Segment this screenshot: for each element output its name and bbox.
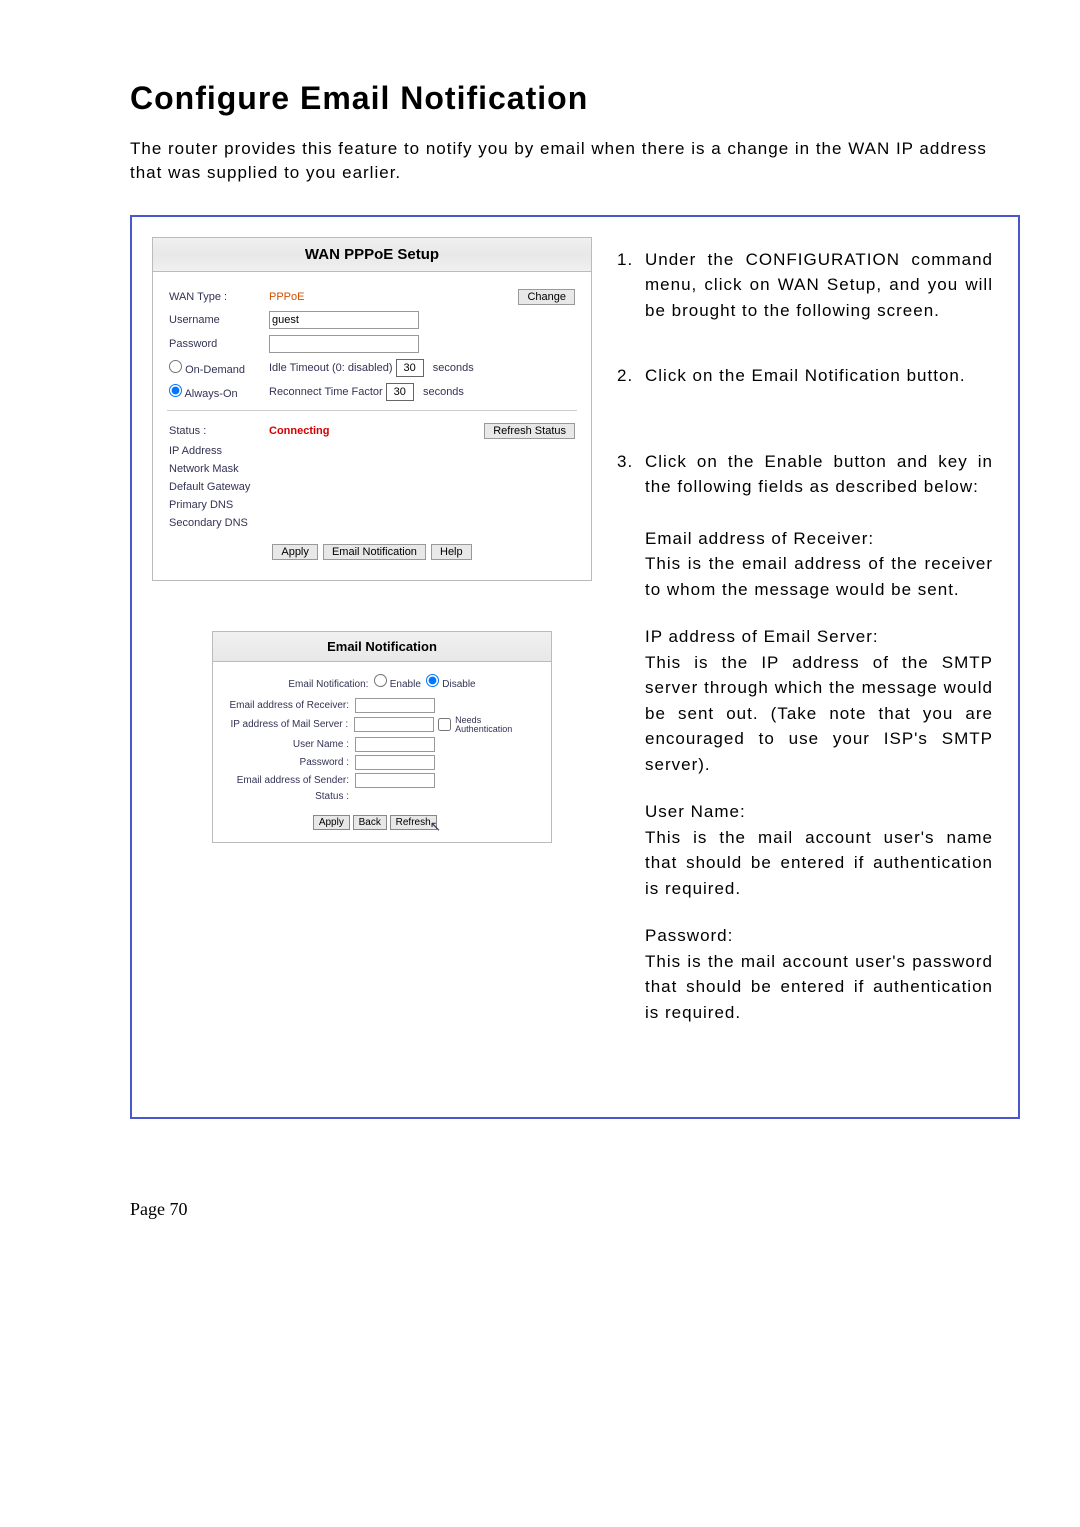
always-on-label: Always-On xyxy=(184,388,237,400)
email-notification-button[interactable]: Email Notification xyxy=(323,544,426,560)
password-input[interactable] xyxy=(269,335,419,353)
on-demand-radio[interactable] xyxy=(169,360,182,373)
receiver-input[interactable] xyxy=(355,698,435,713)
disable-radio[interactable] xyxy=(426,674,439,687)
password-b-input[interactable] xyxy=(355,755,435,770)
step-number-3: 3. xyxy=(617,449,645,1048)
intro-text: The router provides this feature to noti… xyxy=(130,137,1020,185)
step-3d-body: This is the mail account user's password… xyxy=(645,949,993,1026)
username-b-label: User Name : xyxy=(225,739,355,750)
secondary-dns-label: Secondary DNS xyxy=(167,514,577,532)
change-button[interactable]: Change xyxy=(518,289,575,305)
username-b-input[interactable] xyxy=(355,737,435,752)
refresh-status-button[interactable]: Refresh Status xyxy=(484,423,575,439)
email-notif-header: Email Notification xyxy=(213,632,551,662)
page-title: Configure Email Notification xyxy=(130,80,1020,117)
username-input[interactable] xyxy=(269,311,419,329)
step-3b-body: This is the IP address of the SMTP serve… xyxy=(645,650,993,778)
help-button[interactable]: Help xyxy=(431,544,472,560)
wan-pppoe-panel: WAN PPPoE Setup WAN Type : PPPoE Change … xyxy=(152,237,592,581)
status-label: Status : xyxy=(167,417,267,442)
seconds-label-2: seconds xyxy=(423,386,464,398)
disable-label: Disable xyxy=(442,679,475,690)
step-number-2: 2. xyxy=(617,363,645,389)
step-2-text: Click on the Email Notification button. xyxy=(645,363,993,389)
password-label: Password xyxy=(167,332,267,356)
cursor-icon: ↖ xyxy=(429,818,441,834)
step-3-intro: Click on the Enable button and key in th… xyxy=(645,449,993,500)
apply-b-button[interactable]: Apply xyxy=(313,815,350,830)
status-b-label: Status : xyxy=(225,791,355,802)
always-on-radio[interactable] xyxy=(169,384,182,397)
wan-type-label: WAN Type : xyxy=(167,286,267,308)
step-3b-title: IP address of Email Server: xyxy=(645,624,993,650)
mailserver-input[interactable] xyxy=(354,717,434,732)
email-notification-panel: Email Notification Email Notification: E… xyxy=(212,631,552,843)
enable-label: Enable xyxy=(390,679,421,690)
step-3c-title: User Name: xyxy=(645,799,993,825)
step-number-1: 1. xyxy=(617,247,645,324)
main-frame: WAN PPPoE Setup WAN Type : PPPoE Change … xyxy=(130,215,1020,1120)
netmask-label: Network Mask xyxy=(167,460,577,478)
enable-radio[interactable] xyxy=(374,674,387,687)
mailserver-label: IP address of Mail Server : xyxy=(225,719,354,730)
step-3c-body: This is the mail account user's name tha… xyxy=(645,825,993,902)
needs-auth-checkbox[interactable] xyxy=(438,718,451,731)
apply-button[interactable]: Apply xyxy=(272,544,318,560)
gateway-label: Default Gateway xyxy=(167,478,577,496)
wan-type-value: PPPoE xyxy=(269,291,304,303)
ip-address-label: IP Address xyxy=(167,442,577,460)
step-3a-body: This is the email address of the receive… xyxy=(645,551,993,602)
wan-pppoe-header: WAN PPPoE Setup xyxy=(153,238,591,272)
reconnect-label: Reconnect Time Factor xyxy=(269,386,383,398)
step-1-text: Under the CONFIGURATION command menu, cl… xyxy=(645,247,993,324)
on-demand-label: On-Demand xyxy=(185,364,245,376)
primary-dns-label: Primary DNS xyxy=(167,496,577,514)
password-b-label: Password : xyxy=(225,757,355,768)
idle-timeout-label: Idle Timeout (0: disabled) xyxy=(269,362,393,374)
idle-timeout-input[interactable] xyxy=(396,359,424,377)
reconnect-input[interactable] xyxy=(386,383,414,401)
seconds-label-1: seconds xyxy=(433,362,474,374)
needs-auth-label: Needs Authentication xyxy=(455,716,539,734)
receiver-label: Email address of Receiver: xyxy=(225,700,355,711)
step-3d-title: Password: xyxy=(645,923,993,949)
sender-label: Email address of Sender: xyxy=(225,775,355,786)
page-number: Page 70 xyxy=(130,1199,1020,1220)
email-notif-label: Email Notification: xyxy=(288,679,368,690)
username-label: Username xyxy=(167,308,267,332)
back-button[interactable]: Back xyxy=(353,815,387,830)
status-value: Connecting xyxy=(269,425,330,437)
sender-input[interactable] xyxy=(355,773,435,788)
step-3a-title: Email address of Receiver: xyxy=(645,526,993,552)
